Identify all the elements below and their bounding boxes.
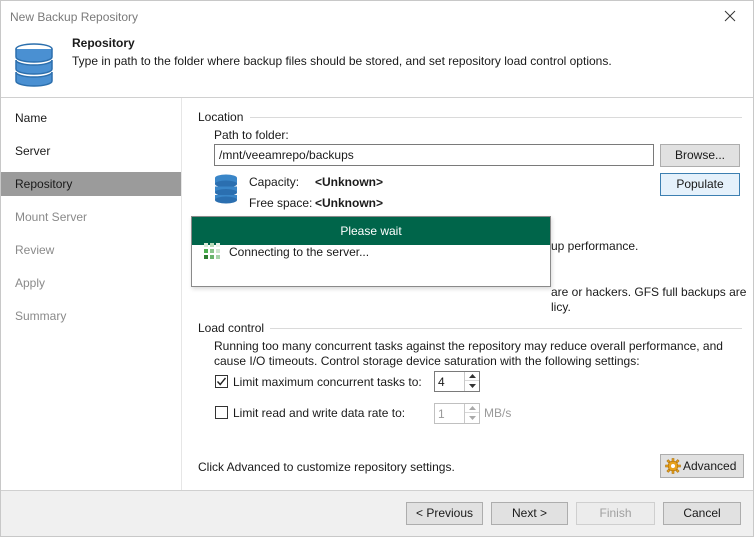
advanced-hint: Click Advanced to customize repository s… — [198, 460, 455, 474]
sidebar-item-label: Name — [15, 111, 48, 125]
data-rate-stepper[interactable]: 1 — [434, 403, 480, 424]
sidebar-item-name[interactable]: Name — [1, 106, 181, 130]
close-icon — [724, 10, 736, 22]
stepper-down-button[interactable] — [465, 381, 479, 390]
window-title: New Backup Repository — [10, 10, 139, 24]
data-rate-value: 1 — [438, 407, 445, 421]
page-title: Repository — [72, 36, 135, 50]
finish-button[interactable]: Finish — [576, 502, 655, 525]
limit-rate-checkbox[interactable] — [215, 406, 228, 419]
data-rate-unit: MB/s — [484, 406, 512, 420]
sidebar-item-label: Summary — [15, 309, 67, 323]
load-control-description-2: cause I/O timeouts. Control storage devi… — [214, 354, 640, 368]
new-backup-repository-window: New Backup Repository Repository Type in… — [0, 0, 754, 537]
advanced-button-label: Advanced — [683, 459, 737, 473]
sidebar-item-label: Review — [15, 243, 55, 257]
path-value: /mnt/veeamrepo/backups — [219, 148, 354, 162]
browse-button[interactable]: Browse... — [660, 144, 740, 167]
cancel-button[interactable]: Cancel — [663, 502, 741, 525]
capacity-row: Capacity: <Unknown> — [249, 175, 383, 189]
sidebar-item-label: Apply — [15, 276, 46, 290]
concurrent-tasks-stepper[interactable]: 4 — [434, 371, 480, 392]
sidebar-item-label: Repository — [15, 177, 73, 191]
wizard-footer: < Previous Next > Finish Cancel — [1, 491, 753, 536]
sidebar-item-label: Server — [15, 144, 51, 158]
sidebar-item-review[interactable]: Review — [1, 238, 181, 262]
free-space-row: Free space: <Unknown> — [249, 196, 383, 210]
stepper-up-button[interactable] — [465, 372, 479, 381]
partial-text-3: licy. — [551, 300, 571, 314]
limit-tasks-label: Limit maximum concurrent tasks to: — [233, 375, 422, 389]
free-space-label: Free space: — [249, 196, 313, 210]
sidebar-item-apply[interactable]: Apply — [1, 271, 181, 295]
populate-button[interactable]: Populate — [660, 173, 740, 196]
progress-spinner-icon — [204, 243, 220, 259]
capacity-label: Capacity: — [249, 175, 300, 189]
sidebar-item-label: Mount Server — [15, 210, 88, 224]
checkmark-icon — [216, 377, 227, 386]
page-description: Type in path to the folder where backup … — [72, 54, 612, 68]
stepper-arrows — [464, 404, 479, 423]
load-control-group-line — [270, 328, 742, 329]
partial-text-1: up performance. — [551, 239, 639, 253]
path-input[interactable]: /mnt/veeamrepo/backups — [214, 144, 654, 166]
limit-tasks-checkbox[interactable] — [215, 375, 228, 388]
gear-icon — [665, 458, 681, 474]
stepper-up-button[interactable] — [465, 404, 479, 413]
triangle-up-icon — [468, 374, 476, 378]
previous-button[interactable]: < Previous — [406, 502, 483, 525]
sidebar-item-server[interactable]: Server — [1, 139, 181, 163]
database-icon — [15, 43, 53, 87]
stepper-down-button[interactable] — [465, 413, 479, 422]
triangle-down-icon — [468, 415, 476, 420]
storage-icon — [215, 174, 237, 204]
wizard-steps-sidebar: Name Server Repository Mount Server Revi… — [1, 98, 182, 490]
next-button[interactable]: Next > — [491, 502, 568, 525]
stepper-arrows — [464, 372, 479, 391]
concurrent-tasks-value: 4 — [438, 375, 445, 389]
triangle-up-icon — [468, 406, 476, 410]
repository-settings-panel: Location Path to folder: /mnt/veeamrepo/… — [182, 98, 753, 490]
sidebar-item-mount-server[interactable]: Mount Server — [1, 205, 181, 229]
location-group-label: Location — [198, 110, 244, 124]
advanced-button[interactable]: Advanced — [660, 454, 744, 478]
path-label: Path to folder: — [214, 128, 289, 142]
capacity-value: <Unknown> — [315, 175, 384, 189]
free-space-value: <Unknown> — [315, 196, 384, 210]
load-control-group-label: Load control — [198, 321, 265, 335]
please-wait-dialog: Please wait Connecting to the server... — [191, 216, 551, 287]
sidebar-item-repository[interactable]: Repository — [1, 172, 181, 196]
dialog-message: Connecting to the server... — [229, 245, 370, 259]
close-button[interactable] — [717, 5, 743, 27]
triangle-down-icon — [468, 383, 476, 388]
sidebar-item-summary[interactable]: Summary — [1, 304, 181, 328]
limit-rate-label: Limit read and write data rate to: — [233, 406, 406, 420]
partial-text-2: are or hackers. GFS full backups are — [551, 285, 747, 299]
wizard-header: Repository Type in path to the folder wh… — [1, 31, 753, 97]
location-group-line — [250, 117, 742, 118]
load-control-description-1: Running too many concurrent tasks agains… — [214, 339, 723, 353]
dialog-title: Please wait — [192, 217, 550, 245]
title-bar: New Backup Repository — [1, 1, 753, 31]
